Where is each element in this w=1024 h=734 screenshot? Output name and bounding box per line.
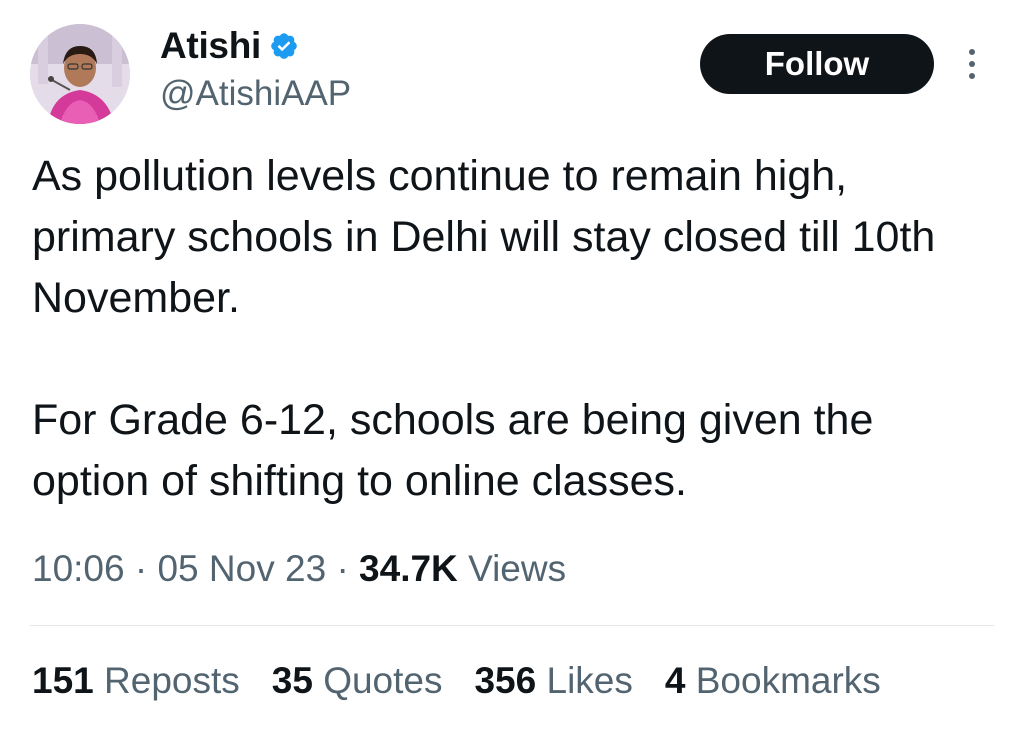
- author-name-row[interactable]: Atishi: [160, 24, 299, 68]
- stat-count: 356: [474, 660, 537, 701]
- avatar[interactable]: [30, 24, 130, 124]
- stat-bookmarks[interactable]: 4 Bookmarks: [665, 660, 881, 702]
- stat-label: Quotes: [323, 660, 443, 701]
- stat-likes[interactable]: 356 Likes: [474, 660, 632, 702]
- stat-label: Reposts: [104, 660, 240, 701]
- tweet-date[interactable]: 05 Nov 23: [157, 548, 326, 589]
- stat-label: Likes: [546, 660, 633, 701]
- tweet-paragraph: For Grade 6-12, schools are being given …: [32, 396, 874, 505]
- meta-separator: ·: [134, 548, 148, 589]
- display-name[interactable]: Atishi: [160, 25, 261, 67]
- more-vertical-icon[interactable]: [962, 44, 982, 84]
- tweet-time[interactable]: 10:06: [32, 548, 125, 589]
- views-label: Views: [468, 548, 567, 589]
- stat-reposts[interactable]: 151 Reposts: [32, 660, 240, 702]
- profile-photo: [30, 24, 130, 124]
- stat-count: 35: [271, 660, 313, 701]
- verified-badge-icon: [271, 33, 297, 59]
- tweet-paragraph: As pollution levels continue to remain h…: [32, 152, 936, 322]
- follow-button[interactable]: Follow: [700, 34, 934, 94]
- author-handle[interactable]: @AtishiAAP: [160, 74, 351, 114]
- tweet-meta: 10:06 · 05 Nov 23 · 34.7K Views: [32, 548, 566, 590]
- meta-separator: ·: [336, 548, 349, 589]
- stat-label: Bookmarks: [695, 660, 881, 701]
- engagement-stats: 151 Reposts 35 Quotes 356 Likes 4 Bookma…: [32, 660, 913, 702]
- views-count[interactable]: 34.7K: [359, 548, 458, 589]
- stat-quotes[interactable]: 35 Quotes: [272, 660, 443, 702]
- tweet-text: As pollution levels continue to remain h…: [32, 146, 992, 512]
- divider: [30, 625, 994, 626]
- stat-count: 4: [664, 660, 686, 701]
- stat-count: 151: [32, 660, 94, 701]
